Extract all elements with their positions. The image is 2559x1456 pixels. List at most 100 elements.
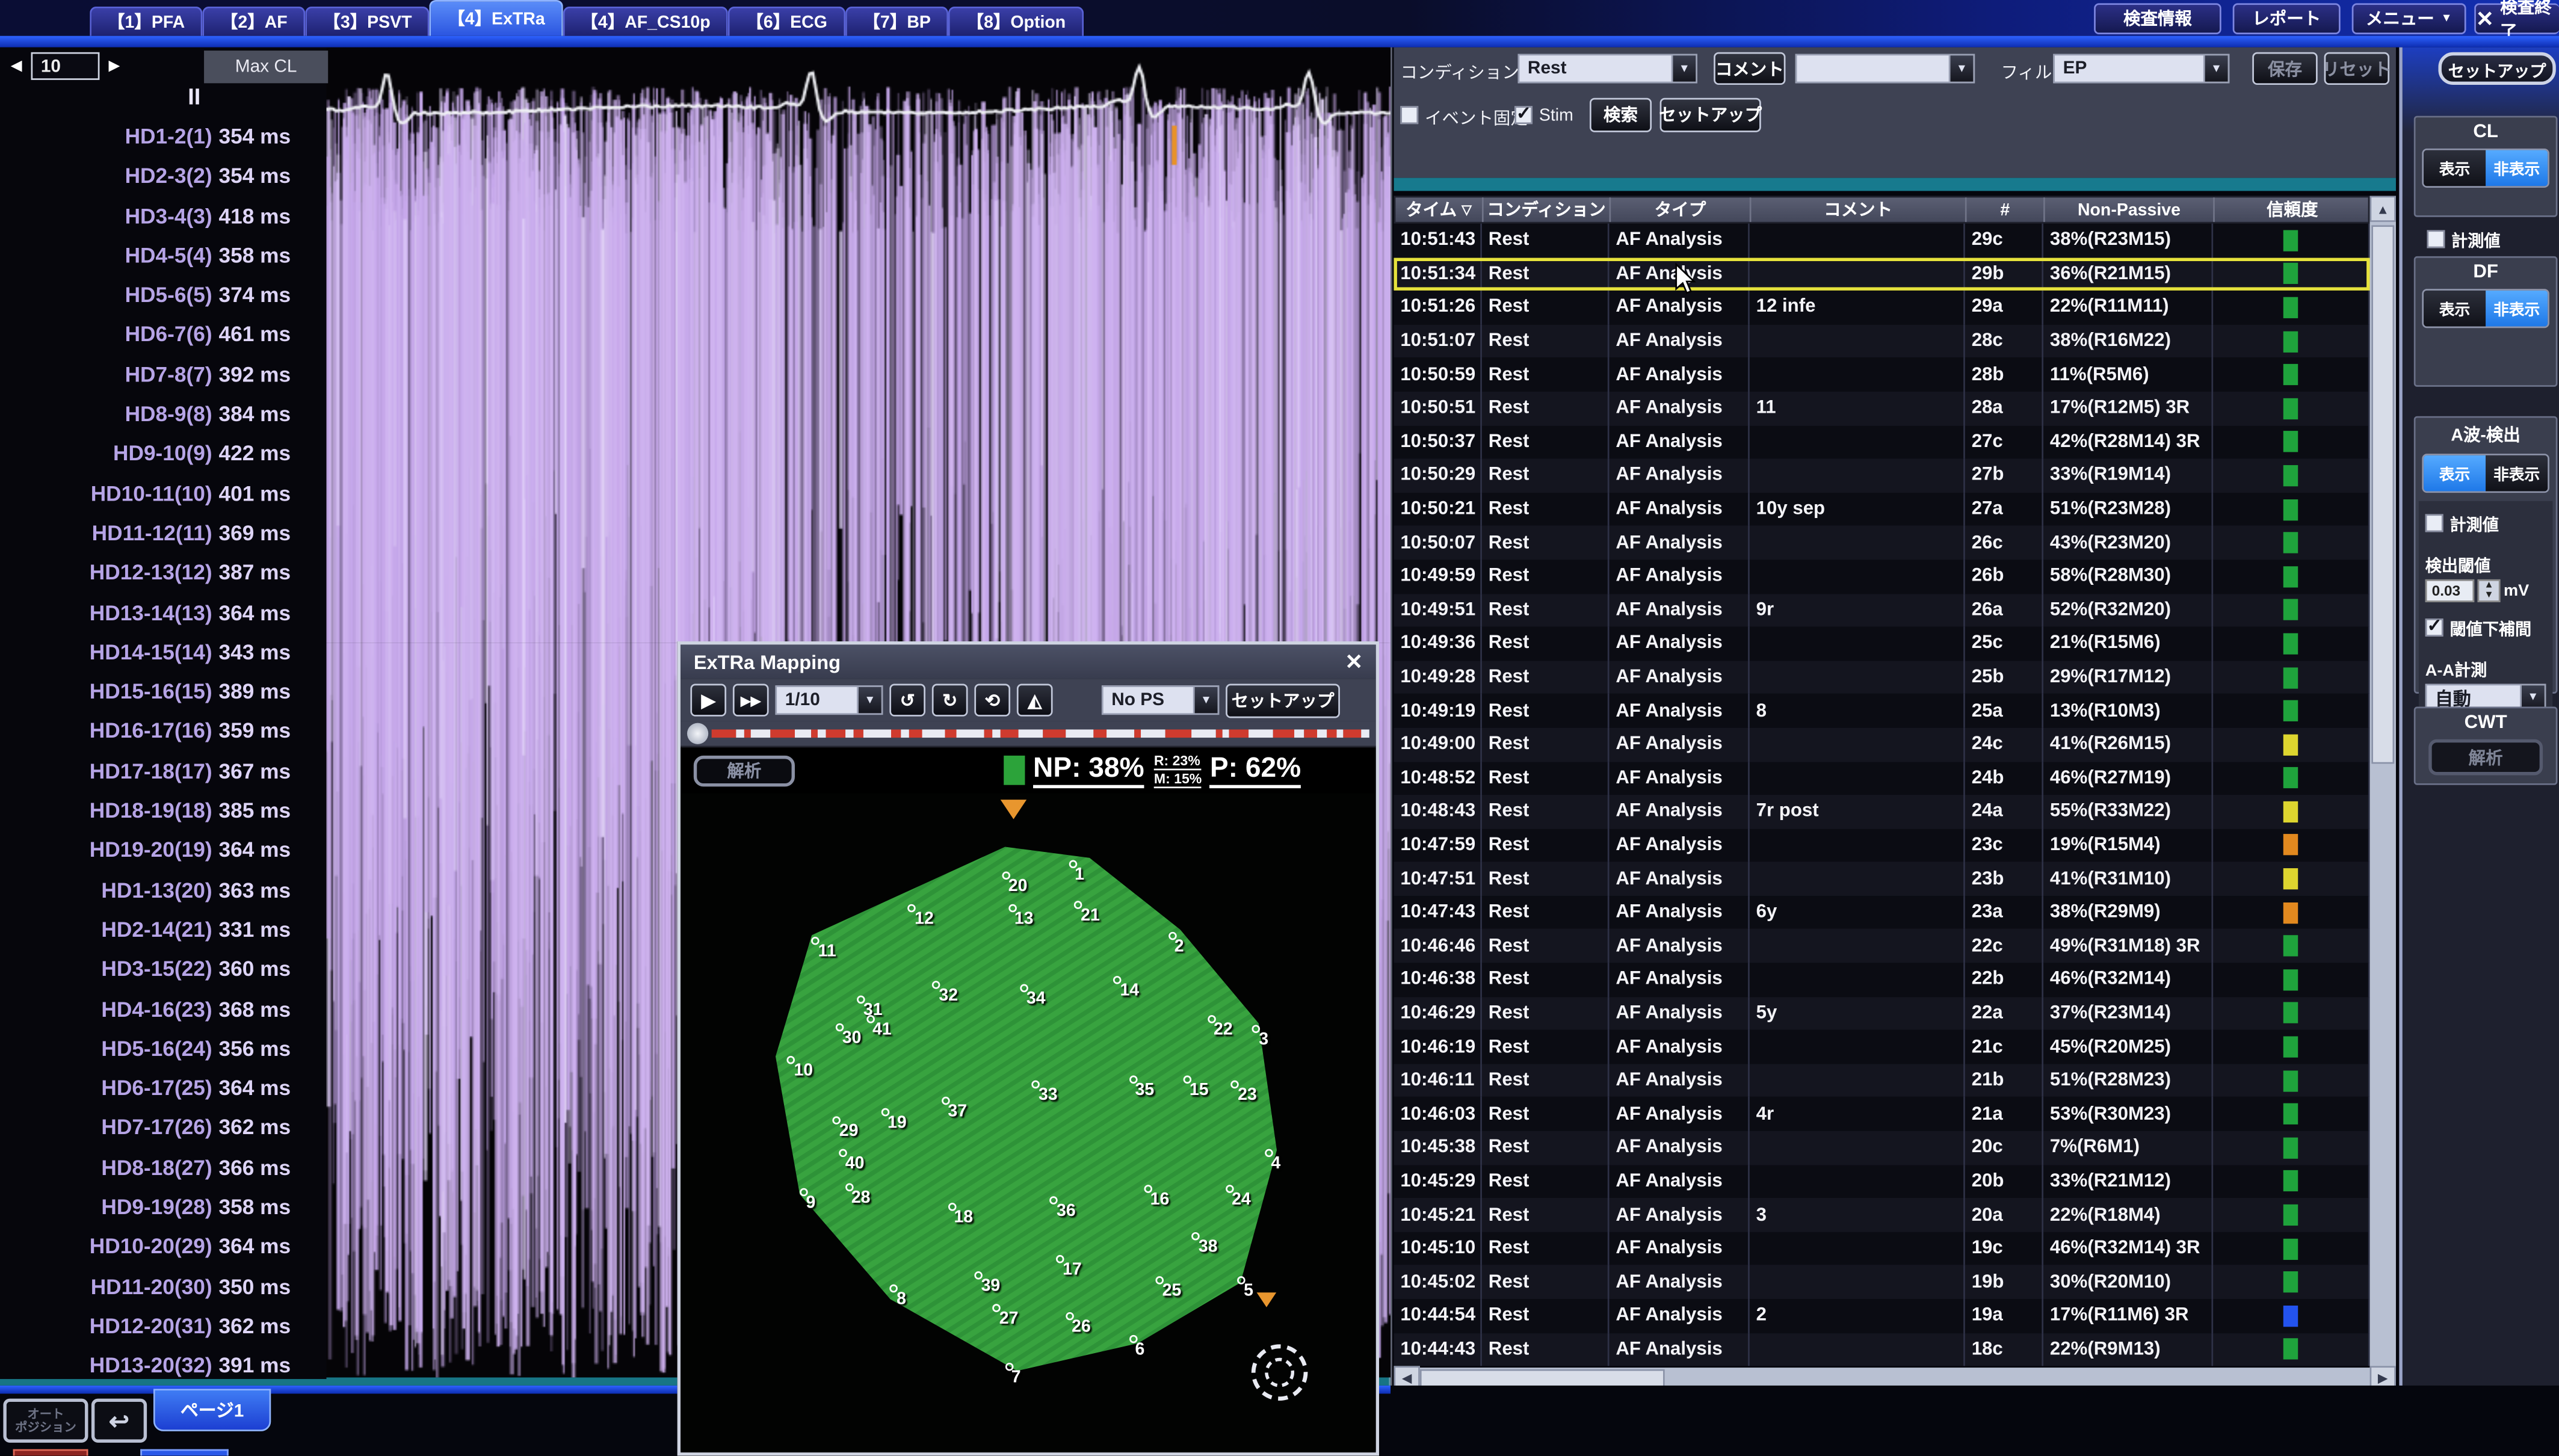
tab-2[interactable]: 【2】AF xyxy=(203,7,305,36)
table-vertical-scrollbar[interactable]: ▲ xyxy=(2370,196,2396,1368)
menu-button[interactable]: メニュー▼ xyxy=(2352,3,2466,34)
column-header[interactable]: 信頼度 xyxy=(2215,197,2371,222)
column-header[interactable]: タイム▽ xyxy=(1395,197,1483,222)
ps-dropdown[interactable]: No PS▼ xyxy=(1102,685,1219,715)
exam-info-button[interactable]: 検査情報 xyxy=(2094,3,2221,34)
step-button[interactable]: ▶▶ xyxy=(733,684,769,717)
column-header[interactable]: コンディション xyxy=(1484,197,1611,222)
table-row[interactable]: 10:45:21RestAF Analysis320a22%(R18M4) xyxy=(1394,1198,2369,1232)
setup-button[interactable]: セットアップ xyxy=(1660,98,1761,132)
mapping-slider[interactable] xyxy=(681,721,1376,747)
comment-button[interactable]: コメント xyxy=(1714,52,1785,85)
table-row[interactable]: 10:51:34RestAF Analysis29b36%(R21M15) xyxy=(1394,257,2369,291)
table-row[interactable]: 10:44:43RestAF Analysis18c22%(R9M13) xyxy=(1394,1333,2369,1366)
page-value-field[interactable]: 10 xyxy=(31,52,100,80)
table-row[interactable]: 10:51:07RestAF Analysis28c38%(R16M22) xyxy=(1394,324,2369,358)
rotate-both-icon[interactable]: ⟲ xyxy=(974,684,1010,717)
undo-button[interactable]: ↩ xyxy=(91,1399,147,1443)
column-header[interactable]: Non-Passive xyxy=(2045,197,2215,222)
frame-dropdown[interactable]: 1/10▼ xyxy=(775,685,883,715)
table-row[interactable]: 10:50:07RestAF Analysis26c43%(R23M20) xyxy=(1394,526,2369,560)
table-row[interactable]: 10:48:43RestAF Analysis7r post24a55%(R33… xyxy=(1394,795,2369,828)
stim-checkbox[interactable] xyxy=(1514,106,1533,124)
cl-show-button[interactable]: 表示 xyxy=(2424,150,2486,187)
table-row[interactable]: 10:50:21RestAF Analysis10y sep27a51%(R23… xyxy=(1394,492,2369,526)
report-button[interactable]: レポート xyxy=(2233,3,2341,34)
table-row[interactable]: 10:46:46RestAF Analysis22c49%(R31M18) 3R xyxy=(1394,930,2369,963)
stepper-arrows-icon[interactable]: ▲▼ xyxy=(2478,579,2501,602)
table-row[interactable]: 10:46:38RestAF Analysis22b46%(R32M14) xyxy=(1394,963,2369,997)
mapping-canvas[interactable]: 1234567891011121314151617181920212223242… xyxy=(681,793,1376,1451)
interp-checkbox[interactable] xyxy=(2425,618,2443,637)
flip-icon[interactable]: ◭ xyxy=(1017,684,1053,717)
sidebar-setup-button[interactable]: セットアップ xyxy=(2438,52,2555,85)
tab-5[interactable]: 【4】AF_CS10p xyxy=(563,7,729,36)
table-row[interactable]: 10:44:54RestAF Analysis219a17%(R11M6) 3R xyxy=(1394,1299,2369,1333)
table-row[interactable]: 10:46:11RestAF Analysis21b51%(R28M23) xyxy=(1394,1064,2369,1097)
slider-thumb[interactable] xyxy=(687,723,708,744)
a-wave-hide-button[interactable]: 非表示 xyxy=(2486,455,2548,492)
column-header[interactable]: コメント xyxy=(1752,197,1967,222)
table-row[interactable]: 10:49:59RestAF Analysis26b58%(R28M30) xyxy=(1394,560,2369,593)
rotation-compass-icon[interactable] xyxy=(1242,1331,1317,1407)
rotate-cw-icon[interactable]: ↻ xyxy=(932,684,968,717)
table-row[interactable]: 10:51:43RestAF Analysis29c38%(R23M15) xyxy=(1394,224,2369,258)
threshold-value-field[interactable]: 0.03 xyxy=(2425,579,2474,602)
table-row[interactable]: 10:46:19RestAF Analysis21c45%(R20M25) xyxy=(1394,1030,2369,1064)
mapping-setup-button[interactable]: セットアップ xyxy=(1226,683,1340,717)
a-wave-measure-checkbox[interactable] xyxy=(2425,514,2443,532)
table-row[interactable]: 10:48:52RestAF Analysis24b46%(R27M19) xyxy=(1394,761,2369,795)
table-row[interactable]: 10:47:51RestAF Analysis23b41%(R31M10) xyxy=(1394,862,2369,896)
play-button[interactable]: ▶ xyxy=(690,684,726,717)
end-exam-button[interactable]: ✕検査終了 xyxy=(2474,3,2559,34)
search-button[interactable]: 検索 xyxy=(1590,98,1652,132)
column-header[interactable]: タイプ xyxy=(1611,197,1751,222)
cl-measure-checkbox[interactable] xyxy=(2427,230,2445,248)
page-tab[interactable]: ページ1 xyxy=(153,1389,271,1431)
reset-button[interactable]: リセット xyxy=(2324,52,2390,85)
table-row[interactable]: 10:50:59RestAF Analysis28b11%(R5M6) xyxy=(1394,358,2369,392)
auto-position-button[interactable]: オートポジション xyxy=(3,1399,88,1443)
column-header[interactable]: # xyxy=(1967,197,2045,222)
rotate-ccw-icon[interactable]: ↺ xyxy=(889,684,925,717)
df-show-button[interactable]: 表示 xyxy=(2424,291,2486,327)
table-row[interactable]: 10:49:36RestAF Analysis25c21%(R15M6) xyxy=(1394,627,2369,661)
table-row[interactable]: 10:46:29RestAF Analysis5y22a37%(R23M14) xyxy=(1394,996,2369,1030)
page-next-button[interactable]: ▶ xyxy=(103,53,126,79)
tab-3[interactable]: 【3】PSVT xyxy=(306,7,430,36)
tab-1[interactable]: 【1】PFA xyxy=(90,7,203,36)
table-row[interactable]: 10:49:00RestAF Analysis24c41%(R26M15) xyxy=(1394,728,2369,762)
condition-dropdown[interactable]: Rest▼ xyxy=(1518,54,1697,84)
tab-4[interactable]: 【4】ExTRa xyxy=(430,0,563,36)
comment-dropdown[interactable]: ▼ xyxy=(1795,54,1975,84)
table-row[interactable]: 10:45:29RestAF Analysis20b33%(R21M12) xyxy=(1394,1165,2369,1198)
table-row[interactable]: 10:47:59RestAF Analysis23c19%(R15M4) xyxy=(1394,828,2369,862)
scrollbar-thumb[interactable] xyxy=(2371,225,2394,763)
table-row[interactable]: 10:49:51RestAF Analysis9r26a52%(R32M20) xyxy=(1394,593,2369,627)
save-button[interactable]: 保存 xyxy=(2252,52,2318,85)
scroll-up-icon[interactable]: ▲ xyxy=(2370,196,2396,222)
table-row[interactable]: 10:46:03RestAF Analysis4r21a53%(R30M23) xyxy=(1394,1097,2369,1131)
filter-dropdown[interactable]: EP▼ xyxy=(2053,54,2229,84)
tab-6[interactable]: 【6】ECG xyxy=(728,7,845,36)
cl-hide-button[interactable]: 非表示 xyxy=(2486,150,2548,187)
event-lock-checkbox[interactable] xyxy=(1400,106,1418,124)
mapping-title-bar[interactable]: ExTRa Mapping ✕ xyxy=(681,644,1376,679)
table-row[interactable]: 10:50:37RestAF Analysis27c42%(R28M14) 3R xyxy=(1394,425,2369,459)
table-row[interactable]: 10:49:28RestAF Analysis25b29%(R17M12) xyxy=(1394,661,2369,694)
page-prev-button[interactable]: ◀ xyxy=(5,53,28,79)
close-icon[interactable]: ✕ xyxy=(1345,649,1363,674)
table-row[interactable]: 10:45:38RestAF Analysis20c7%(R6M1) xyxy=(1394,1131,2369,1165)
tab-8[interactable]: 【8】Option xyxy=(949,7,1084,36)
table-row[interactable]: 10:47:43RestAF Analysis6y23a38%(R29M9) xyxy=(1394,896,2369,930)
table-row[interactable]: 10:51:26RestAF Analysis12 infe29a22%(R11… xyxy=(1394,291,2369,324)
table-row[interactable]: 10:45:10RestAF Analysis19c46%(R32M14) 3R xyxy=(1394,1232,2369,1265)
max-cl-button[interactable]: Max CL xyxy=(204,51,328,83)
tab-7[interactable]: 【7】BP xyxy=(845,7,949,36)
analyze-button[interactable]: 解析 xyxy=(694,755,795,786)
table-row[interactable]: 10:50:51RestAF Analysis1128a17%(R12M5) 3… xyxy=(1394,392,2369,425)
cwt-analyze-button[interactable]: 解析 xyxy=(2428,739,2543,776)
table-row[interactable]: 10:45:02RestAF Analysis19b30%(R20M10) xyxy=(1394,1265,2369,1299)
df-hide-button[interactable]: 非表示 xyxy=(2486,291,2548,327)
table-row[interactable]: 10:49:19RestAF Analysis825a13%(R10M3) xyxy=(1394,694,2369,728)
